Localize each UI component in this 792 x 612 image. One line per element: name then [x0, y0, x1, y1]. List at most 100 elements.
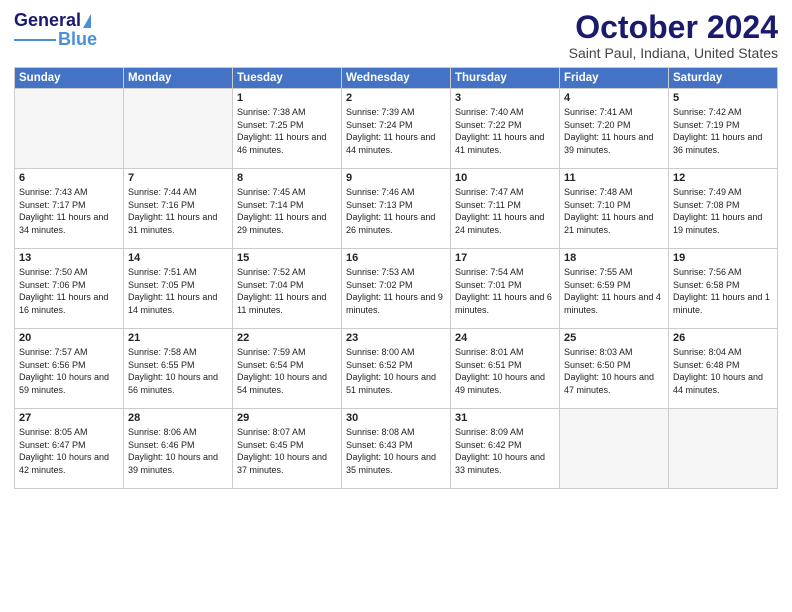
- calendar-cell: 26Sunrise: 8:04 AMSunset: 6:48 PMDayligh…: [669, 329, 778, 409]
- day-number: 19: [673, 252, 773, 264]
- day-number: 31: [455, 412, 555, 424]
- day-header-monday: Monday: [124, 68, 233, 89]
- calendar-cell: 13 Sunrise: 7:50 AMSunset: 7:06 PMDayligh…: [15, 249, 124, 329]
- day-number: 20: [19, 332, 119, 344]
- calendar-cell: 14 Sunrise: 7:51 AMSunset: 7:05 PMDayligh…: [124, 249, 233, 329]
- day-number: 24: [455, 332, 555, 344]
- day-number: 9: [346, 172, 446, 184]
- cell-info: Sunrise: 7:48 AMSunset: 7:10 PMDaylight:…: [564, 186, 664, 236]
- calendar-cell: 22Sunrise: 7:59 AMSunset: 6:54 PMDayligh…: [233, 329, 342, 409]
- cell-info: Sunrise: 7:49 AMSunset: 7:08 PMDaylight:…: [673, 186, 773, 236]
- day-number: 13: [19, 252, 119, 264]
- cell-info: Sunrise: 7:44 AMSunset: 7:16 PMDaylight:…: [128, 186, 228, 236]
- cell-info: Sunrise: 7:52 AMSunset: 7:04 PMDaylight:…: [237, 266, 337, 316]
- day-number: 21: [128, 332, 228, 344]
- calendar-cell: 28 Sunrise: 8:06 AMSunset: 6:46 PMDayligh…: [124, 409, 233, 489]
- cell-info: Sunrise: 8:06 AMSunset: 6:46 PMDaylight:…: [128, 426, 228, 476]
- cell-info: Sunrise: 7:39 AMSunset: 7:24 PMDaylight:…: [346, 106, 446, 156]
- title-block: October 2024 Saint Paul, Indiana, United…: [569, 10, 778, 61]
- cell-info: Sunrise: 8:01 AMSunset: 6:51 PMDaylight:…: [455, 346, 555, 396]
- page-container: General Blue October 2024 Saint Paul, In…: [0, 0, 792, 499]
- calendar-cell: 5 Sunrise: 7:42 AMSunset: 7:19 PMDaylight…: [669, 89, 778, 169]
- calendar-cell: 2 Sunrise: 7:39 AMSunset: 7:24 PMDaylight…: [342, 89, 451, 169]
- calendar-cell: 23Sunrise: 8:00 AMSunset: 6:52 PMDayligh…: [342, 329, 451, 409]
- day-header-friday: Friday: [560, 68, 669, 89]
- day-number: 3: [455, 92, 555, 104]
- header: General Blue October 2024 Saint Paul, In…: [14, 10, 778, 61]
- cell-info: Sunrise: 7:46 AMSunset: 7:13 PMDaylight:…: [346, 186, 446, 236]
- month-title: October 2024: [569, 10, 778, 45]
- day-number: 10: [455, 172, 555, 184]
- cell-info: Sunrise: 7:56 AMSunset: 6:58 PMDaylight:…: [673, 266, 773, 316]
- day-number: 14: [128, 252, 228, 264]
- calendar-cell: 4 Sunrise: 7:41 AMSunset: 7:20 PMDaylight…: [560, 89, 669, 169]
- day-number: 4: [564, 92, 664, 104]
- day-number: 12: [673, 172, 773, 184]
- cell-info: Sunrise: 7:41 AMSunset: 7:20 PMDaylight:…: [564, 106, 664, 156]
- calendar-cell: [669, 409, 778, 489]
- cell-info: Sunrise: 7:51 AMSunset: 7:05 PMDaylight:…: [128, 266, 228, 316]
- cell-info: Sunrise: 7:40 AMSunset: 7:22 PMDaylight:…: [455, 106, 555, 156]
- day-number: 26: [673, 332, 773, 344]
- day-number: 2: [346, 92, 446, 104]
- calendar-cell: 29Sunrise: 8:07 AMSunset: 6:45 PMDayligh…: [233, 409, 342, 489]
- calendar-cell: 18 Sunrise: 7:55 AMSunset: 6:59 PMDayligh…: [560, 249, 669, 329]
- calendar-cell: 9 Sunrise: 7:46 AMSunset: 7:13 PMDaylight…: [342, 169, 451, 249]
- calendar-cell: 21 Sunrise: 7:58 AMSunset: 6:55 PMDayligh…: [124, 329, 233, 409]
- day-number: 17: [455, 252, 555, 264]
- day-number: 30: [346, 412, 446, 424]
- calendar-cell: 3 Sunrise: 7:40 AMSunset: 7:22 PMDaylight…: [451, 89, 560, 169]
- day-number: 5: [673, 92, 773, 104]
- cell-info: Sunrise: 7:57 AMSunset: 6:56 PMDaylight:…: [19, 346, 119, 396]
- calendar-cell: [15, 89, 124, 169]
- day-number: 16: [346, 252, 446, 264]
- calendar-cell: 11 Sunrise: 7:48 AMSunset: 7:10 PMDayligh…: [560, 169, 669, 249]
- day-number: 15: [237, 252, 337, 264]
- calendar-cell: 27 Sunrise: 8:05 AMSunset: 6:47 PMDayligh…: [15, 409, 124, 489]
- cell-info: Sunrise: 7:54 AMSunset: 7:01 PMDaylight:…: [455, 266, 555, 316]
- calendar-cell: 25Sunrise: 8:03 AMSunset: 6:50 PMDayligh…: [560, 329, 669, 409]
- day-number: 11: [564, 172, 664, 184]
- cell-info: Sunrise: 7:53 AMSunset: 7:02 PMDaylight:…: [346, 266, 446, 316]
- calendar-cell: 24 Sunrise: 8:01 AMSunset: 6:51 PMDayligh…: [451, 329, 560, 409]
- day-number: 18: [564, 252, 664, 264]
- calendar-cell: 16 Sunrise: 7:53 AMSunset: 7:02 PMDayligh…: [342, 249, 451, 329]
- calendar-cell: 31Sunrise: 8:09 AMSunset: 6:42 PMDayligh…: [451, 409, 560, 489]
- day-number: 8: [237, 172, 337, 184]
- calendar-cell: 12 Sunrise: 7:49 AMSunset: 7:08 PMDayligh…: [669, 169, 778, 249]
- cell-info: Sunrise: 7:43 AMSunset: 7:17 PMDaylight:…: [19, 186, 119, 236]
- cell-info: Sunrise: 7:58 AMSunset: 6:55 PMDaylight:…: [128, 346, 228, 396]
- calendar-cell: [560, 409, 669, 489]
- day-number: 1: [237, 92, 337, 104]
- cell-info: Sunrise: 7:42 AMSunset: 7:19 PMDaylight:…: [673, 106, 773, 156]
- location: Saint Paul, Indiana, United States: [569, 45, 778, 61]
- cell-info: Sunrise: 8:05 AMSunset: 6:47 PMDaylight:…: [19, 426, 119, 476]
- calendar-cell: 30 Sunrise: 8:08 AMSunset: 6:43 PMDayligh…: [342, 409, 451, 489]
- calendar-cell: [124, 89, 233, 169]
- logo-general: General: [14, 10, 81, 31]
- calendar-cell: 1 Sunrise: 7:38 AMSunset: 7:25 PMDaylight…: [233, 89, 342, 169]
- cell-info: Sunrise: 8:08 AMSunset: 6:43 PMDaylight:…: [346, 426, 446, 476]
- calendar-cell: 6 Sunrise: 7:43 AMSunset: 7:17 PMDaylight…: [15, 169, 124, 249]
- calendar-cell: 10 Sunrise: 7:47 AMSunset: 7:11 PMDayligh…: [451, 169, 560, 249]
- cell-info: Sunrise: 7:50 AMSunset: 7:06 PMDaylight:…: [19, 266, 119, 316]
- day-header-wednesday: Wednesday: [342, 68, 451, 89]
- day-number: 27: [19, 412, 119, 424]
- day-number: 22: [237, 332, 337, 344]
- logo-blue: Blue: [58, 29, 97, 50]
- cell-info: Sunrise: 8:00 AMSunset: 6:52 PMDaylight:…: [346, 346, 446, 396]
- day-header-sunday: Sunday: [15, 68, 124, 89]
- cell-info: Sunrise: 7:47 AMSunset: 7:11 PMDaylight:…: [455, 186, 555, 236]
- calendar-cell: 15 Sunrise: 7:52 AMSunset: 7:04 PMDayligh…: [233, 249, 342, 329]
- calendar-cell: 8 Sunrise: 7:45 AMSunset: 7:14 PMDaylight…: [233, 169, 342, 249]
- day-header-tuesday: Tuesday: [233, 68, 342, 89]
- cell-info: Sunrise: 7:55 AMSunset: 6:59 PMDaylight:…: [564, 266, 664, 316]
- day-number: 28: [128, 412, 228, 424]
- day-number: 29: [237, 412, 337, 424]
- calendar-cell: 7Sunrise: 7:44 AMSunset: 7:16 PMDaylight…: [124, 169, 233, 249]
- calendar-cell: 17 Sunrise: 7:54 AMSunset: 7:01 PMDayligh…: [451, 249, 560, 329]
- day-number: 6: [19, 172, 119, 184]
- calendar-cell: 19 Sunrise: 7:56 AMSunset: 6:58 PMDayligh…: [669, 249, 778, 329]
- cell-info: Sunrise: 7:38 AMSunset: 7:25 PMDaylight:…: [237, 106, 337, 156]
- cell-info: Sunrise: 7:45 AMSunset: 7:14 PMDaylight:…: [237, 186, 337, 236]
